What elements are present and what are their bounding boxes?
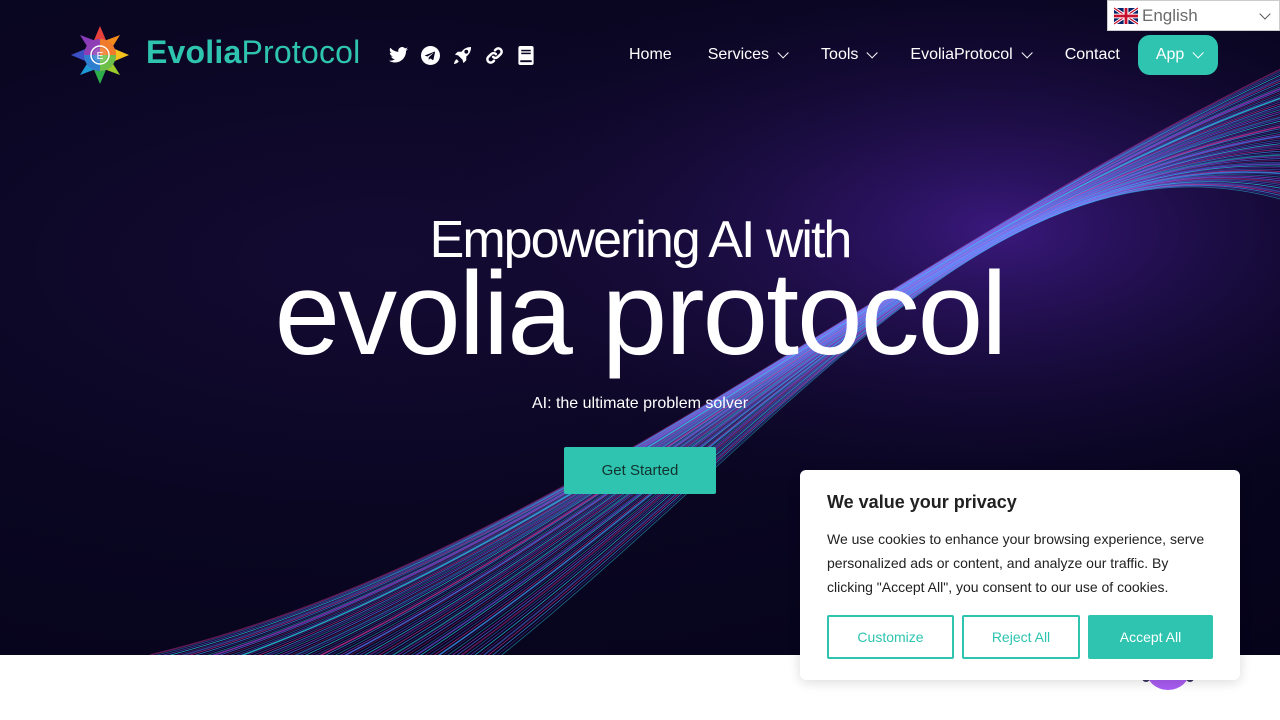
- rocket-icon[interactable]: [452, 45, 472, 65]
- telegram-icon[interactable]: [420, 45, 440, 65]
- evolia-logo-icon[interactable]: E: [70, 25, 130, 85]
- nav-tools-label: Tools: [821, 46, 859, 63]
- link-icon[interactable]: [484, 45, 504, 65]
- chevron-down-icon: [1259, 8, 1271, 20]
- cookie-consent-dialog: We value your privacy We use cookies to …: [800, 470, 1240, 680]
- chevron-down-icon: [1192, 47, 1205, 59]
- cookie-title: We value your privacy: [827, 492, 1017, 512]
- nav-contact-label: Contact: [1064, 46, 1120, 63]
- customize-button[interactable]: Customize: [827, 615, 954, 659]
- nav-home-label: Home: [629, 46, 672, 63]
- nav-contact[interactable]: Contact: [1047, 35, 1138, 75]
- uk-flag-icon: [1114, 6, 1138, 25]
- main-nav: Home Services Tools EvoliaProtocol Conta…: [611, 35, 1219, 75]
- brand-bold: Evolia: [146, 34, 242, 70]
- chevron-down-icon: [777, 47, 789, 59]
- site-header: E EvoliaProtocol Home Services Tools Evo…: [0, 0, 1280, 110]
- nav-services-label: Services: [707, 46, 770, 63]
- nav-tools[interactable]: Tools: [803, 35, 892, 75]
- language-label: English: [1142, 5, 1198, 25]
- brand-light: Protocol: [241, 34, 361, 70]
- chevron-down-icon: [866, 47, 879, 59]
- chevron-down-icon: [1021, 47, 1033, 59]
- book-icon[interactable]: [516, 45, 536, 65]
- language-selector[interactable]: English: [1107, 0, 1280, 31]
- cookie-message: We use cookies to enhance your browsing …: [827, 531, 1205, 595]
- reject-all-button[interactable]: Reject All: [962, 615, 1080, 659]
- nav-home[interactable]: Home: [611, 35, 690, 75]
- get-started-button[interactable]: Get Started: [564, 447, 716, 494]
- nav-app-button[interactable]: App: [1137, 35, 1219, 75]
- nav-evoliaprotocol-label: EvoliaProtocol: [910, 46, 1013, 63]
- svg-text:E: E: [97, 51, 104, 62]
- accept-all-button[interactable]: Accept All: [1088, 615, 1213, 659]
- nav-services[interactable]: Services: [690, 35, 803, 75]
- social-links: [388, 45, 536, 65]
- cookie-actions: Customize Reject All Accept All: [827, 615, 1213, 659]
- nav-app-label: App: [1155, 46, 1185, 63]
- hero-tagline: AI: the ultimate problem solver: [531, 395, 749, 412]
- brand-name[interactable]: EvoliaProtocol: [146, 34, 360, 71]
- hero-title: evolia protocol: [274, 248, 1008, 380]
- nav-evoliaprotocol[interactable]: EvoliaProtocol: [892, 35, 1046, 75]
- twitter-icon[interactable]: [388, 45, 408, 65]
